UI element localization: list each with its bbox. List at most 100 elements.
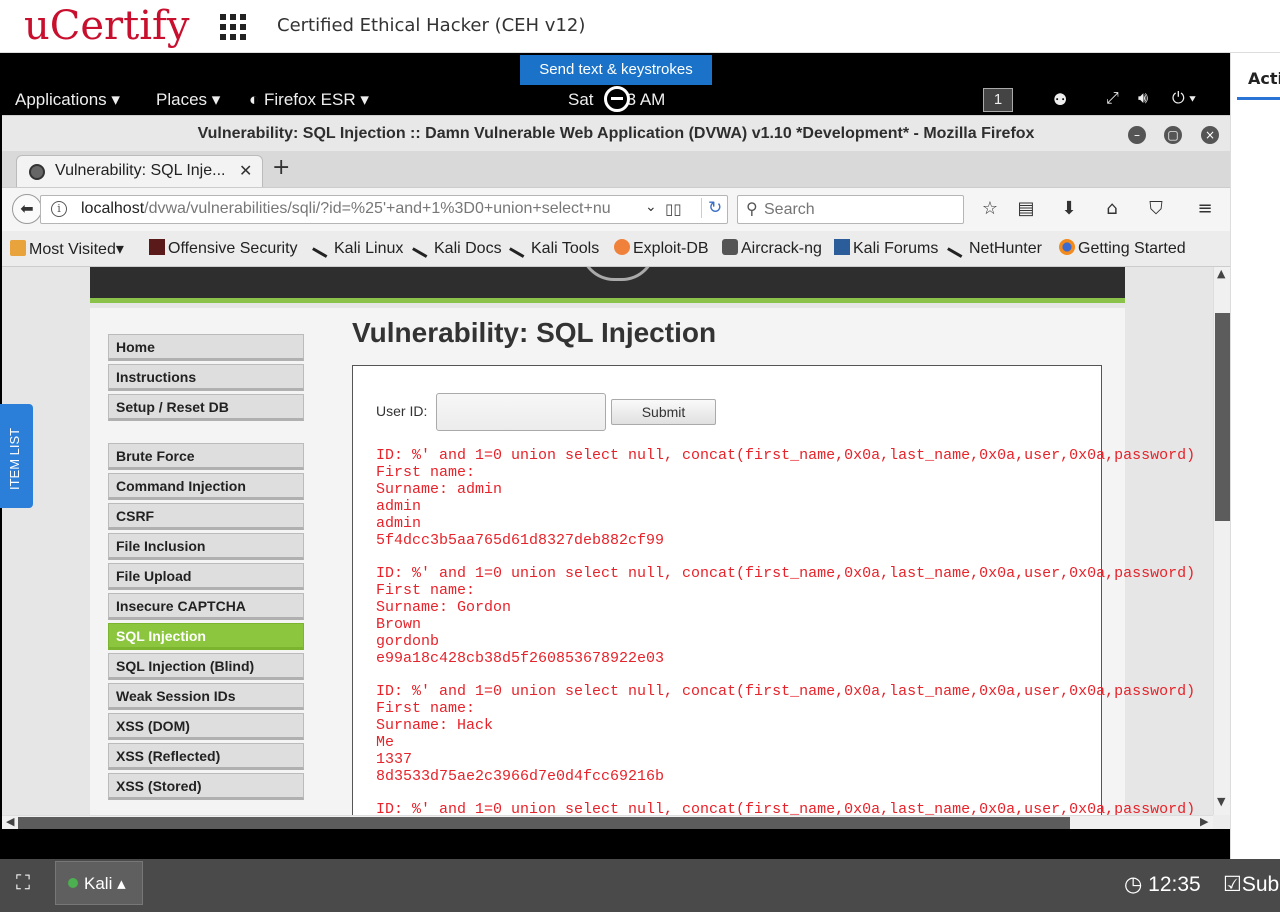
page-viewport: Home Instructions Setup / Reset DB Brute… <box>2 267 1213 815</box>
menu-instructions[interactable]: Instructions <box>108 364 304 391</box>
home-icon[interactable]: ⌂ <box>1100 198 1124 219</box>
menu-weak-session-ids[interactable]: Weak Session IDs <box>108 683 304 710</box>
exploit-db-icon <box>614 239 630 255</box>
horizontal-scrollbar[interactable]: ◀ ▶ <box>2 815 1213 829</box>
bookmark-kali-linux[interactable]: Kali Linux <box>312 236 404 258</box>
close-window-icon[interactable]: × <box>1201 126 1219 144</box>
url-dropdown-icon[interactable]: ⌄ <box>645 199 657 215</box>
search-input[interactable] <box>764 199 954 220</box>
camera-icon[interactable]: ⚉ <box>1053 90 1067 110</box>
item-list-label: ITEM LIST <box>7 427 22 490</box>
bookmark-most-visited[interactable]: Most Visited▾ <box>10 239 124 259</box>
reader-view-icon[interactable]: ▯▯ <box>665 200 682 218</box>
hamburger-menu-icon[interactable]: ≡ <box>1193 198 1217 219</box>
bookmark-aircrack[interactable]: Aircrack-ng <box>722 239 822 258</box>
bookmark-nethunter[interactable]: NetHunter <box>947 236 1042 258</box>
scroll-up-icon[interactable]: ▲ <box>1217 267 1225 280</box>
bookmark-label: Exploit-DB <box>633 240 709 257</box>
apps-grid-icon[interactable] <box>220 14 246 40</box>
power-icon[interactable]: ⏻ ▾ <box>1172 90 1196 108</box>
bookmark-star-icon[interactable]: ☆ <box>978 198 1002 219</box>
pocket-icon[interactable]: ⛉ <box>1144 198 1168 219</box>
bookmark-label: Kali Forums <box>853 240 939 257</box>
bookmark-label: Aircrack-ng <box>741 240 822 257</box>
url-text[interactable]: localhost/dvwa/vulnerabilities/sqli/?id=… <box>81 200 641 218</box>
horizontal-scroll-thumb[interactable] <box>18 817 1070 829</box>
scroll-down-icon[interactable]: ▼ <box>1217 795 1225 808</box>
ucertify-logo[interactable]: uCertify <box>24 2 189 50</box>
fullscreen-icon[interactable]: ⛶ <box>16 872 30 895</box>
navigation-bar: ⬅ i localhost/dvwa/vulnerabilities/sqli/… <box>2 187 1230 231</box>
item-list-tab[interactable]: ITEM LIST <box>0 404 33 508</box>
reload-icon[interactable]: ↻ <box>701 198 722 218</box>
clock-day: Sat <box>568 90 594 109</box>
clock-time: 3 AM <box>626 90 666 109</box>
bookmark-offensive-security[interactable]: Offensive Security <box>149 239 298 258</box>
url-bar[interactable]: i localhost/dvwa/vulnerabilities/sqli/?i… <box>40 195 728 224</box>
firefox-app-menu[interactable]: ◐ Firefox ESR ▾ <box>249 90 369 110</box>
bookmark-exploit-db[interactable]: Exploit-DB <box>614 239 709 258</box>
send-keystrokes-button[interactable]: Send text & keystrokes <box>520 55 712 85</box>
back-arrow-icon[interactable]: ⬅ <box>12 194 42 224</box>
workspace-indicator[interactable]: 1 <box>983 88 1013 112</box>
menu-file-inclusion[interactable]: File Inclusion <box>108 533 304 560</box>
applications-menu[interactable]: Applications ▾ <box>15 90 120 110</box>
timer-value: 12:35 <box>1148 873 1201 896</box>
close-tab-icon[interactable]: ✕ <box>239 161 252 180</box>
query-result: ID: %' and 1=0 union select null, concat… <box>376 565 1196 667</box>
submit-button[interactable]: Submit <box>611 399 716 425</box>
dvwa-logo <box>580 267 656 281</box>
menu-xss-dom[interactable]: XSS (DOM) <box>108 713 304 740</box>
minimize-icon[interactable]: – <box>1128 126 1146 144</box>
menu-xss-stored[interactable]: XSS (Stored) <box>108 773 304 800</box>
tab-label: Vulnerability: SQL Inje... <box>55 162 226 179</box>
scroll-left-icon[interactable]: ◀ <box>6 815 14 828</box>
timer-display[interactable]: ◷ 12:35 <box>1124 872 1201 897</box>
library-icon[interactable]: ▤ <box>1014 198 1038 219</box>
tab-sql-injection[interactable]: Vulnerability: SQL Inje... ✕ <box>16 155 263 187</box>
bookmark-getting-started[interactable]: Getting Started <box>1059 239 1186 258</box>
bookmark-kali-tools[interactable]: Kali Tools <box>509 236 600 258</box>
kali-dragon-icon <box>412 236 434 258</box>
scroll-right-icon[interactable]: ▶ <box>1200 815 1208 828</box>
submit-task-button[interactable]: ☑Sub <box>1223 872 1279 897</box>
query-result: ID: %' and 1=0 union select null, concat… <box>376 683 1196 785</box>
vertical-scrollbar[interactable]: ▲ ▼ <box>1213 267 1230 815</box>
bookmark-label: Kali Linux <box>334 240 404 257</box>
network-icon[interactable]: ⤢ <box>1106 90 1119 108</box>
kali-dragon-icon <box>509 236 531 258</box>
status-dot-icon <box>68 878 78 888</box>
menu-sql-injection-blind[interactable]: SQL Injection (Blind) <box>108 653 304 680</box>
menu-sql-injection[interactable]: SQL Injection <box>108 623 304 650</box>
activity-tab[interactable]: Activ <box>1248 69 1280 88</box>
menu-file-upload[interactable]: File Upload <box>108 563 304 590</box>
firefox-app-label: Firefox ESR ▾ <box>264 90 369 109</box>
offsec-icon <box>149 239 165 255</box>
dvwa-header <box>90 267 1125 303</box>
menu-insecure-captcha[interactable]: Insecure CAPTCHA <box>108 593 304 620</box>
remote-desktop: Send text & keystrokes Applications ▾ Pl… <box>0 53 1230 859</box>
bookmark-kali-docs[interactable]: Kali Docs <box>412 236 502 258</box>
search-box[interactable]: ⚲ <box>737 195 964 224</box>
menu-xss-reflected[interactable]: XSS (Reflected) <box>108 743 304 770</box>
menu-brute-force[interactable]: Brute Force <box>108 443 304 470</box>
menu-csrf[interactable]: CSRF <box>108 503 304 530</box>
places-menu[interactable]: Places ▾ <box>156 90 220 110</box>
bookmark-kali-forums[interactable]: Kali Forums <box>834 239 938 258</box>
right-side-panel: Activ <box>1230 53 1280 859</box>
menu-command-injection[interactable]: Command Injection <box>108 473 304 500</box>
vertical-scroll-thumb[interactable] <box>1215 313 1230 521</box>
kali-machine-button[interactable]: Kali ▴ <box>55 861 143 905</box>
kali-dragon-icon <box>947 236 969 258</box>
maximize-icon[interactable]: ▢ <box>1164 126 1182 144</box>
info-icon[interactable]: i <box>51 201 67 217</box>
tab-underline <box>1237 97 1280 100</box>
menu-home[interactable]: Home <box>108 334 304 361</box>
bookmark-label: Kali Tools <box>531 240 600 257</box>
download-icon[interactable]: ⬇ <box>1057 198 1081 219</box>
volume-icon[interactable]: 🔊︎ <box>1138 90 1148 108</box>
url-host: localhost <box>81 200 145 217</box>
user-id-input[interactable] <box>436 393 606 431</box>
menu-setup-reset-db[interactable]: Setup / Reset DB <box>108 394 304 421</box>
new-tab-icon[interactable]: + <box>272 155 290 180</box>
